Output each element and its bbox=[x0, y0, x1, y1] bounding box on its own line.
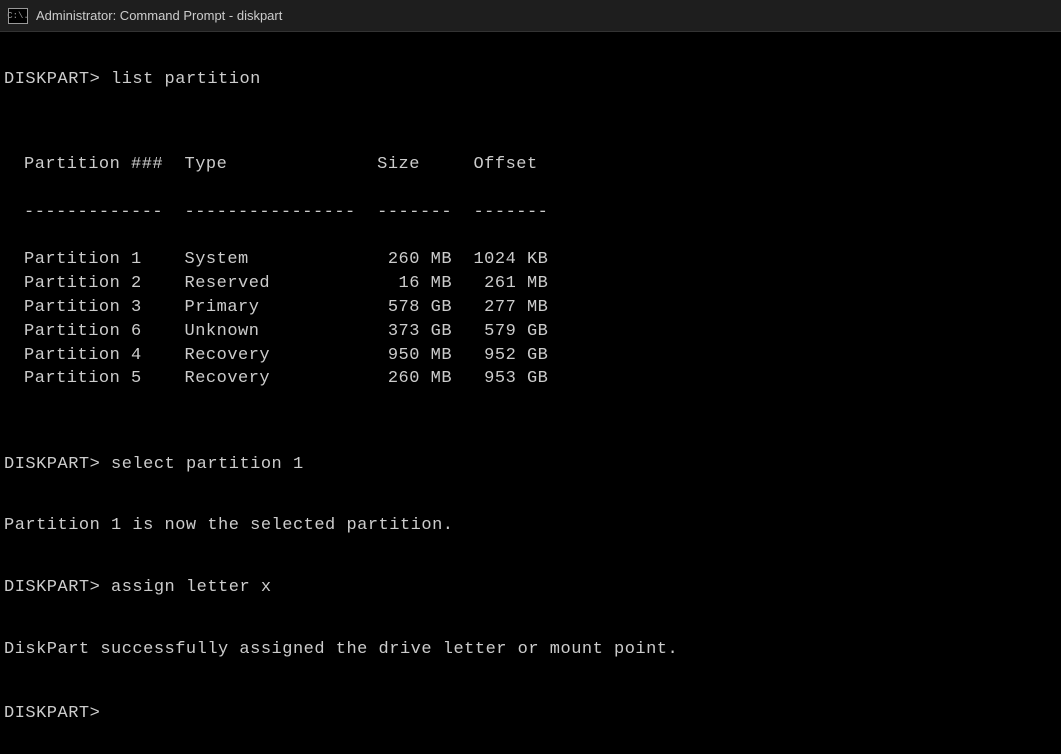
cmd-icon: C:\. bbox=[8, 8, 28, 24]
command-text: select partition 1 bbox=[111, 455, 304, 474]
table-row: Partition 2 Reserved 16 MB 261 MB bbox=[24, 272, 1057, 296]
command-line: DISKPART> list partition bbox=[4, 68, 1057, 92]
command-text: assign letter x bbox=[111, 578, 272, 597]
prompt: DISKPART> bbox=[4, 455, 100, 474]
command-line: DISKPART> select partition 1 bbox=[4, 453, 1057, 477]
command-line: DISKPART> bbox=[4, 699, 1057, 726]
table-row: Partition 5 Recovery 260 MB 953 GB bbox=[24, 367, 1057, 391]
output-message: Partition 1 is now the selected partitio… bbox=[4, 514, 1057, 538]
table-header: Partition ### Type Size Offset bbox=[24, 153, 1057, 177]
table-divider: ------------- ---------------- ------- -… bbox=[24, 201, 1057, 225]
cursor bbox=[111, 699, 120, 717]
table-row: Partition 3 Primary 578 GB 277 MB bbox=[24, 296, 1057, 320]
terminal-output[interactable]: DISKPART> list partition Partition ### T… bbox=[0, 32, 1061, 754]
prompt: DISKPART> bbox=[4, 578, 100, 597]
prompt: DISKPART> bbox=[4, 704, 100, 723]
prompt: DISKPART> bbox=[4, 70, 100, 89]
partition-table: Partition ### Type Size Offset ---------… bbox=[4, 129, 1057, 415]
command-line: DISKPART> assign letter x bbox=[4, 576, 1057, 600]
window-title: Administrator: Command Prompt - diskpart bbox=[36, 8, 282, 23]
table-row: Partition 6 Unknown 373 GB 579 GB bbox=[24, 320, 1057, 344]
table-row: Partition 4 Recovery 950 MB 952 GB bbox=[24, 344, 1057, 368]
table-row: Partition 1 System 260 MB 1024 KB bbox=[24, 248, 1057, 272]
command-text: list partition bbox=[111, 70, 261, 89]
window-titlebar[interactable]: C:\. Administrator: Command Prompt - dis… bbox=[0, 0, 1061, 32]
output-message: DiskPart successfully assigned the drive… bbox=[4, 638, 1057, 662]
